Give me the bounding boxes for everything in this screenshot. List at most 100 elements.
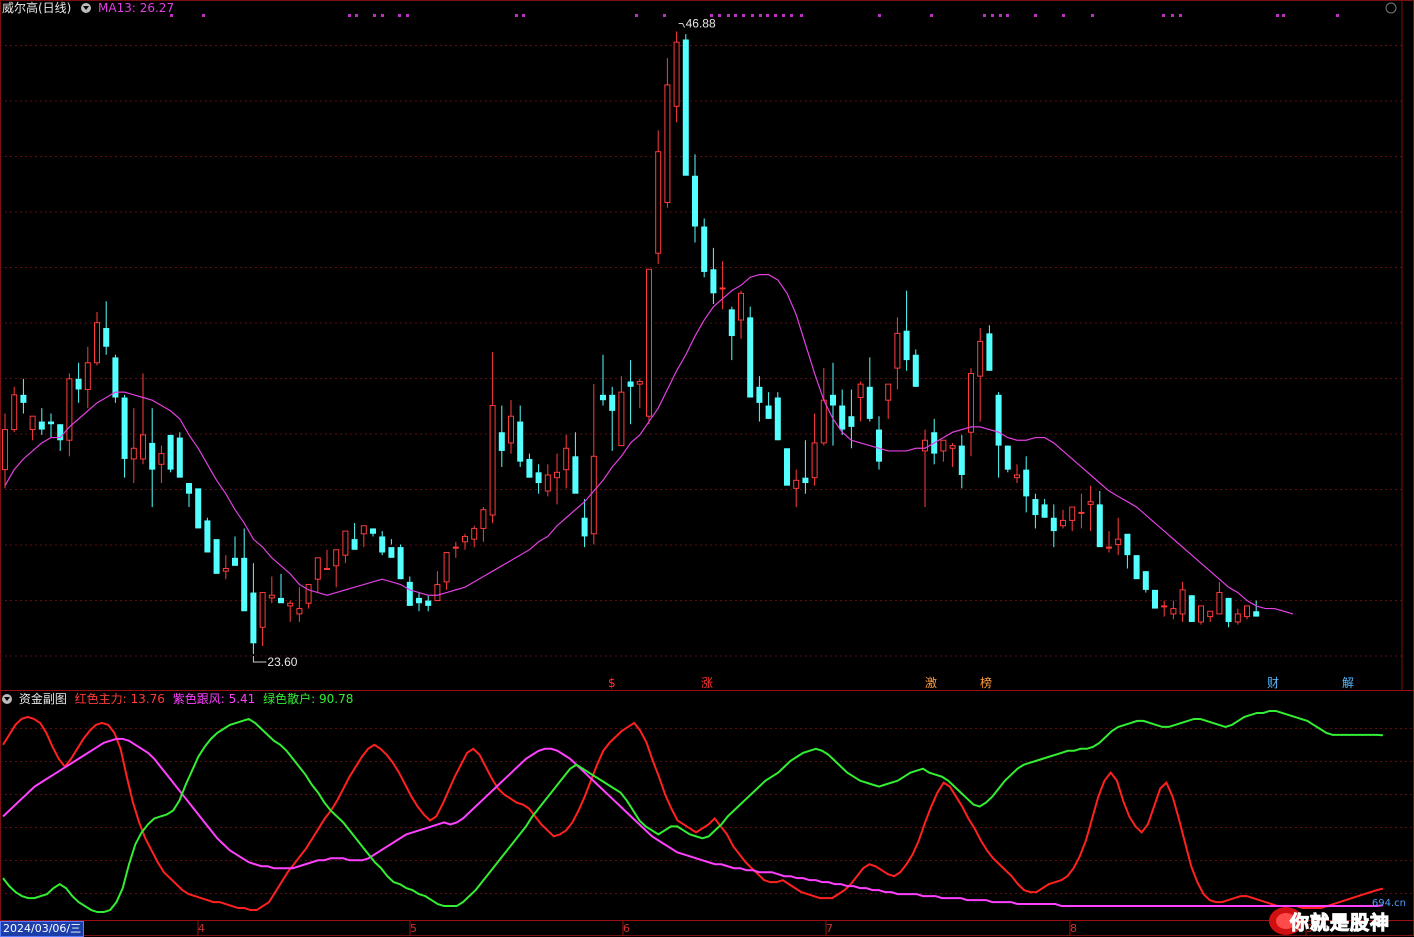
red-main-line [2, 715, 1384, 912]
month-tick-8: 8 [1070, 922, 1077, 935]
candle-body-down [701, 226, 708, 272]
candle-body-up [462, 535, 468, 543]
event-marker-dollar[interactable]: $ [607, 676, 617, 690]
candle-body-up [554, 471, 560, 479]
event-dot [800, 14, 803, 17]
candle-body-down [995, 394, 1002, 446]
candle-body-up [1069, 506, 1076, 521]
event-dot [751, 14, 754, 17]
candle-body-up [738, 292, 744, 321]
candle-body-up [130, 447, 137, 460]
candle-body-down [535, 472, 542, 484]
candle-body-up [544, 474, 551, 492]
candle-body-down [213, 539, 220, 574]
candle-body-down [802, 477, 809, 484]
event-dot [930, 14, 933, 17]
candle-body-down [747, 317, 754, 398]
candle-body-up [259, 592, 266, 628]
candle-body-down [38, 421, 45, 430]
candle-body-down [1253, 611, 1260, 617]
event-marker-unlock[interactable]: 解 [1341, 676, 1355, 690]
candle-body-up [820, 399, 827, 444]
candle-body-up [894, 332, 901, 369]
candle-body-down [416, 597, 422, 604]
candle-body-down [1133, 555, 1140, 580]
candle-body-up [140, 434, 146, 460]
event-dot [759, 14, 762, 17]
event-dot [1276, 14, 1279, 17]
event-dot [515, 14, 518, 17]
event-dot [1006, 14, 1009, 17]
candle-body-up [287, 602, 294, 607]
low-annotation-arrow [252, 656, 267, 663]
candle-body-down [75, 378, 82, 390]
month-tick-6: 6 [623, 922, 630, 935]
event-dot [878, 14, 881, 17]
candle-body-down [756, 386, 763, 403]
event-marker-finance[interactable]: 财 [1266, 676, 1280, 690]
event-marker-ranking[interactable]: 榜 [979, 676, 993, 690]
candle-body-up [222, 568, 229, 572]
candle-body-down [121, 397, 128, 459]
candle-body-up [94, 322, 100, 364]
month-tick-4: 4 [198, 922, 205, 935]
candle-body-up [1207, 610, 1214, 618]
purple-follow-line [2, 737, 1384, 908]
candle-body-up [268, 594, 275, 599]
candle-body-up [977, 340, 984, 377]
candle-body-up [618, 391, 625, 447]
candle-body-up [673, 41, 680, 107]
candle-body-up [857, 383, 864, 399]
event-dot [373, 14, 376, 17]
candle-body-down [351, 539, 358, 550]
candle-body-up [940, 439, 947, 452]
candle-body-up [11, 394, 18, 431]
candle-body-down [1142, 571, 1149, 590]
candle-body-up [1234, 613, 1241, 623]
event-dot [522, 14, 525, 17]
event-dot [1179, 14, 1182, 17]
event-dot [348, 14, 351, 17]
candle-body-up [342, 530, 349, 556]
high-price-label: 46.88 [686, 16, 716, 30]
candle-body-down [830, 394, 836, 406]
candle-body-up [158, 453, 165, 465]
event-dot [727, 14, 730, 17]
candle-body-up [305, 584, 312, 604]
candle-body-up [811, 442, 818, 479]
candle-body-up [66, 378, 73, 441]
candle-body-up [1161, 605, 1168, 608]
event-marker-limit-up[interactable]: 涨 [700, 676, 714, 690]
candle-body-down [526, 458, 533, 478]
candle-body-down [176, 437, 183, 478]
candle-body-up [333, 549, 340, 567]
candle-body-up [793, 479, 800, 489]
candle-body-up [360, 525, 367, 535]
event-dot [355, 14, 358, 17]
candle-body-down [1152, 589, 1158, 609]
candle-body-down [112, 357, 119, 398]
low-price-label: 23.60 [267, 655, 297, 669]
candle-body-up [471, 527, 478, 540]
candle-body-down [1041, 504, 1048, 518]
candle-body-down [958, 445, 965, 475]
high-annotation-arrow [678, 22, 686, 28]
candle-body-up [324, 568, 330, 571]
candle-body-up [636, 380, 643, 385]
event-dot [663, 14, 666, 17]
price-chart[interactable]: 46.88 23.60 [0, 0, 1414, 937]
candle-body-up [563, 447, 570, 471]
candle-body-down [204, 520, 211, 553]
event-dot [1062, 14, 1065, 17]
event-dot [1091, 14, 1094, 17]
candle-body-down [1032, 499, 1039, 516]
event-marker-stimulus[interactable]: 激 [924, 676, 938, 690]
candle-body-down [498, 432, 505, 451]
event-dot [782, 14, 785, 17]
event-dot [381, 14, 384, 17]
candle-body-down [765, 405, 772, 419]
event-dot [766, 14, 769, 17]
candle-body-down [692, 175, 698, 227]
candle-body-down [186, 483, 192, 494]
event-dot [398, 14, 401, 17]
